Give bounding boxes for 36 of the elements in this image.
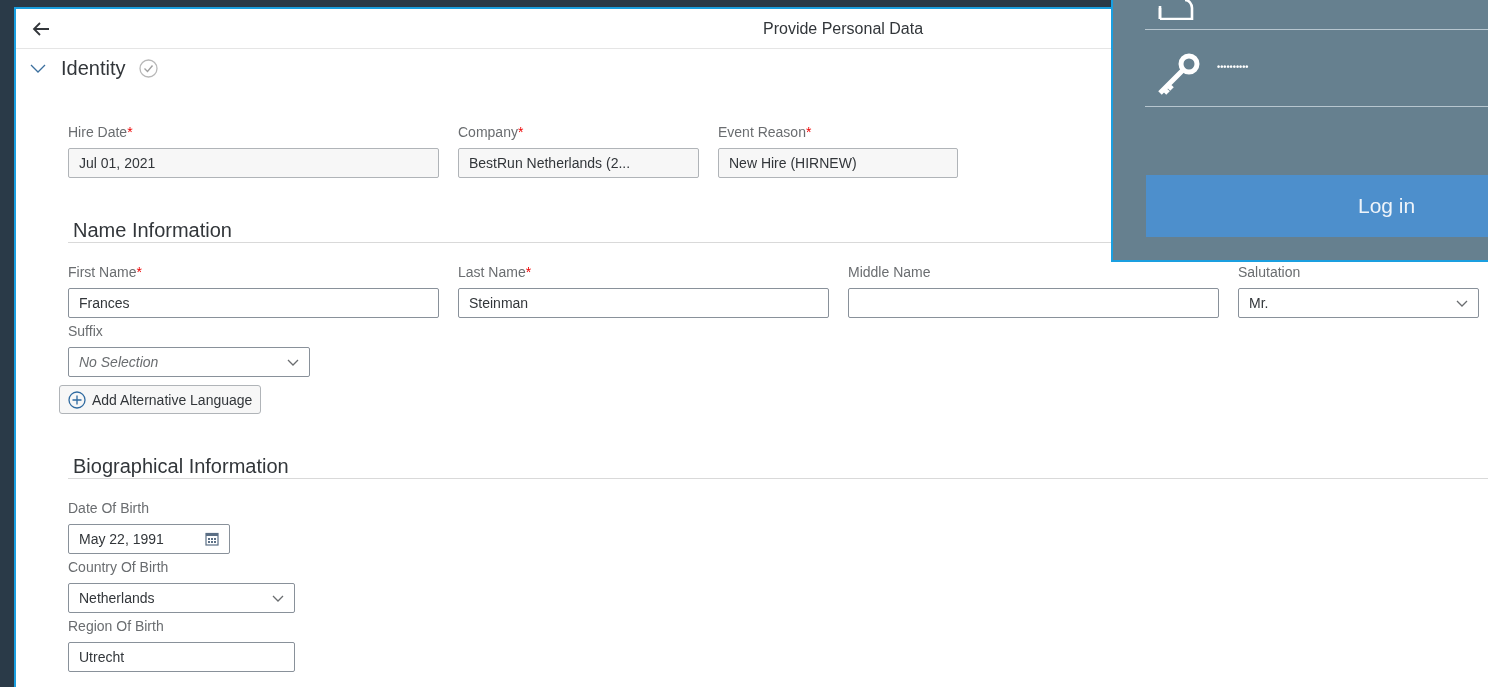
input-field[interactable]: Utrecht — [68, 642, 295, 672]
password-field[interactable]: •••••••••• — [1217, 62, 1249, 72]
dropdown-field[interactable]: Netherlands — [68, 583, 295, 613]
plus-circle-icon — [68, 390, 86, 409]
field-label: Middle Name — [848, 263, 931, 282]
window-title: Provide Personal Data — [763, 19, 924, 38]
field-label: Country Of Birth — [68, 558, 169, 577]
field-label: Company* — [458, 123, 524, 142]
field-label: Last Name* — [458, 263, 532, 282]
input-field[interactable]: Steinman — [458, 288, 829, 318]
input-field[interactable]: Jul 01, 2021 — [68, 148, 439, 178]
input-field[interactable] — [848, 288, 1219, 318]
chevron-down-icon — [272, 594, 284, 602]
dropdown-field[interactable]: No Selection — [68, 347, 310, 377]
back-arrow-icon[interactable] — [32, 21, 50, 36]
input-field[interactable]: BestRun Netherlands (2... — [458, 148, 699, 178]
field-label: Salutation — [1238, 263, 1301, 282]
input-field[interactable]: Frances — [68, 288, 439, 318]
field-label: Date Of Birth — [68, 499, 149, 518]
group-heading: Name Information — [72, 218, 232, 242]
field-label: First Name* — [68, 263, 142, 282]
chevron-down-icon — [287, 358, 299, 366]
calendar-icon[interactable] — [205, 532, 219, 546]
dropdown-field[interactable]: Mr. — [1238, 288, 1479, 318]
section-title[interactable]: Identity — [61, 56, 126, 80]
field-label: Hire Date* — [68, 123, 133, 142]
field-label: Region Of Birth — [68, 617, 164, 636]
chevron-down-icon[interactable] — [30, 63, 46, 73]
field-label: Suffix — [68, 322, 103, 341]
input-field[interactable]: New Hire (HIRNEW) — [718, 148, 958, 178]
chevron-down-icon — [1456, 299, 1468, 307]
user-icon — [1158, 0, 1194, 20]
add-language-button[interactable]: Add Alternative Language — [59, 385, 262, 414]
group-heading: Biographical Information — [72, 454, 289, 478]
field-label: Event Reason* — [718, 123, 812, 142]
date-field[interactable]: May 22, 1991 — [68, 524, 230, 554]
